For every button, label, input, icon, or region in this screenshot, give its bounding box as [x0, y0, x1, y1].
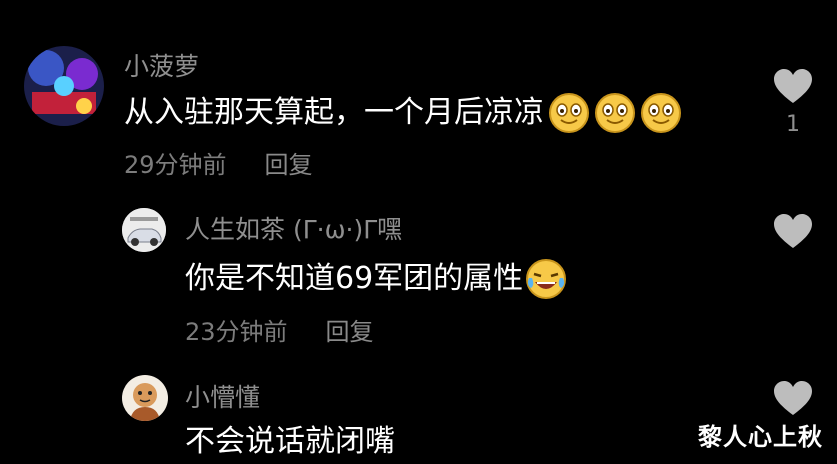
laugh-cry-emoji-icon	[525, 258, 567, 300]
heart-icon	[774, 69, 812, 103]
comment-text: 不会说话就闭嘴	[185, 424, 395, 460]
comment-meta: 29分钟前 回复	[124, 150, 313, 180]
comment-text-content: 不会说话就闭嘴	[185, 424, 395, 459]
watermark: 黎人心上秋	[698, 423, 823, 451]
username[interactable]: 人生如茶 (Γ·ω·)Γ嘿	[185, 215, 402, 245]
like-button[interactable]	[771, 213, 815, 249]
comment-meta: 23分钟前 回复	[185, 317, 374, 347]
comment-text-content: 从入驻那天算起，一个月后凉凉	[124, 95, 544, 130]
comment-text: 从入驻那天算起，一个月后凉凉	[124, 92, 682, 134]
like-count: 1	[786, 112, 800, 137]
reply-button[interactable]: 回复	[265, 151, 313, 179]
comment-1: 小菠萝 从入驻那天算起，一个月后凉凉 29分钟前 回复 1	[0, 0, 837, 190]
timestamp: 29分钟前	[124, 151, 227, 179]
avatar[interactable]	[24, 46, 104, 126]
username[interactable]: 小懵懂	[185, 383, 260, 413]
smile-emoji-icon	[594, 92, 636, 134]
comment-text: 你是不知道69军团的属性	[185, 258, 567, 300]
comment-text-content: 你是不知道69军团的属性	[185, 261, 524, 296]
heart-icon	[774, 381, 812, 415]
like-button[interactable]: 1	[771, 68, 815, 138]
avatar[interactable]	[122, 375, 168, 421]
smile-emoji-icon	[640, 92, 682, 134]
smile-emoji-icon	[548, 92, 590, 134]
like-button[interactable]	[771, 380, 815, 416]
reply-button[interactable]: 回复	[326, 318, 374, 346]
avatar[interactable]	[122, 208, 166, 252]
comment-2: 人生如茶 (Γ·ω·)Γ嘿 你是不知道69军团的属性 23分钟前 回复	[0, 190, 837, 360]
timestamp: 23分钟前	[185, 318, 288, 346]
heart-icon	[774, 214, 812, 248]
username[interactable]: 小菠萝	[124, 52, 199, 82]
